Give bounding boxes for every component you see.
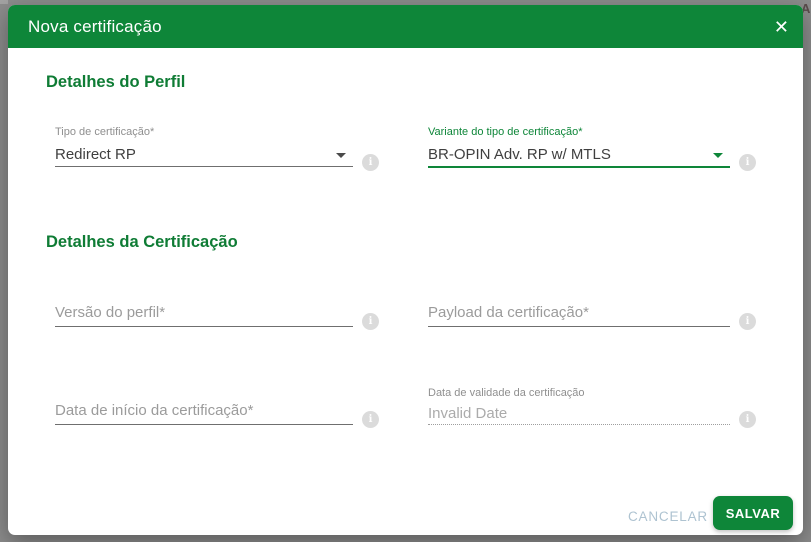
variante-tipo-select[interactable]: Variante do tipo de certificação* BR-OPI… [428, 126, 730, 168]
variante-tipo-value: BR-OPIN Adv. RP w/ MTLS [428, 146, 611, 163]
dropdown-arrow-icon[interactable] [336, 153, 346, 158]
info-icon[interactable]: i [362, 411, 379, 428]
info-icon[interactable]: i [739, 313, 756, 330]
section-heading-perfil: Detalhes do Perfil [46, 73, 186, 91]
dialog-header: Nova certificação ✕ [8, 5, 803, 48]
dropdown-arrow-icon[interactable] [713, 153, 723, 158]
info-icon[interactable]: i [362, 154, 379, 171]
close-icon[interactable]: ✕ [774, 18, 789, 36]
tipo-certificacao-value-row[interactable]: Redirect RP [55, 145, 353, 167]
cancelar-button[interactable]: CANCELAR [624, 507, 712, 526]
info-glyph: i [745, 315, 750, 327]
payload-certificacao-input[interactable] [428, 302, 730, 327]
variante-tipo-label: Variante do tipo de certificação* [428, 126, 583, 138]
data-validade-value: Invalid Date [428, 405, 508, 422]
tipo-certificacao-select[interactable]: Tipo de certificação* Redirect RP [55, 126, 353, 167]
data-validade-label: Data de validade da certificação [428, 387, 585, 399]
info-icon[interactable]: i [362, 313, 379, 330]
info-glyph: i [368, 315, 373, 327]
section-heading-certificacao: Detalhes da Certificação [46, 233, 238, 251]
versao-perfil-input[interactable] [55, 302, 353, 327]
dialog-title: Nova certificação [28, 16, 162, 36]
tipo-certificacao-value: Redirect RP [55, 146, 136, 163]
salvar-button[interactable]: SALVAR [713, 496, 793, 530]
nova-certificacao-dialog: Nova certificação ✕ Detalhes do Perfil T… [8, 5, 803, 535]
data-inicio-certificacao-input[interactable] [55, 400, 353, 425]
info-glyph: i [368, 413, 373, 425]
info-glyph: i [745, 413, 750, 425]
info-glyph: i [745, 156, 750, 168]
data-validade-value-row: Invalid Date [428, 404, 730, 425]
info-icon[interactable]: i [739, 411, 756, 428]
info-icon[interactable]: i [739, 154, 756, 171]
data-validade-field: Data de validade da certificação Invalid… [428, 387, 730, 425]
backdrop-corner-strip [0, 0, 8, 4]
variante-tipo-value-row[interactable]: BR-OPIN Adv. RP w/ MTLS [428, 145, 730, 168]
info-glyph: i [368, 156, 373, 168]
tipo-certificacao-label: Tipo de certificação* [55, 126, 155, 138]
